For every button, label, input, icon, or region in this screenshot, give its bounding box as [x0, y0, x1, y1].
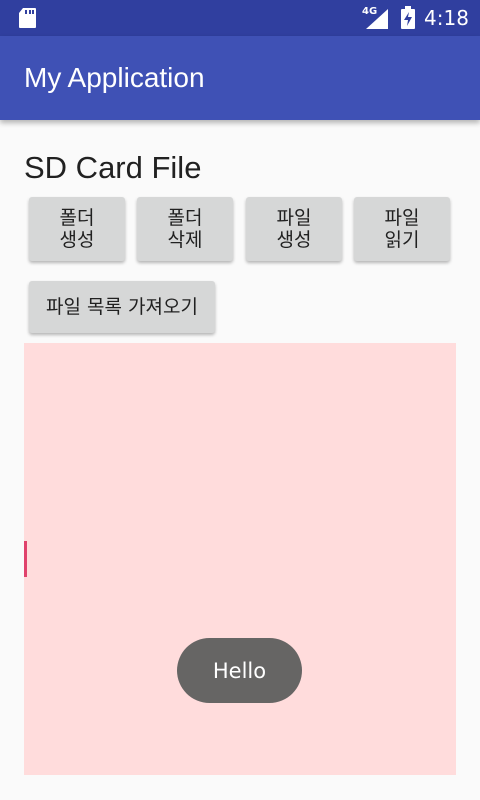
- create-file-label: 파일 생성: [276, 207, 312, 251]
- create-folder-button[interactable]: 폴더 생성: [29, 197, 125, 261]
- read-file-button[interactable]: 파일 읽기: [354, 197, 450, 261]
- signal-icon: [366, 9, 388, 29]
- toast-message: Hello: [177, 638, 302, 703]
- create-folder-label: 폴더 생성: [59, 207, 95, 251]
- app-bar: My Application: [0, 36, 480, 120]
- scroll-indicator[interactable]: [24, 541, 27, 577]
- toast-text: Hello: [212, 658, 267, 683]
- get-file-list-label: 파일 목록 가져오기: [46, 296, 198, 318]
- sd-card-icon: [19, 8, 36, 28]
- get-file-list-button[interactable]: 파일 목록 가져오기: [29, 281, 215, 333]
- file-list-area[interactable]: [24, 343, 456, 775]
- read-file-label: 파일 읽기: [384, 207, 420, 251]
- status-bar: 4G 4:18: [0, 0, 480, 36]
- battery-charging-icon: [401, 6, 415, 29]
- delete-folder-button[interactable]: 폴더 삭제: [137, 197, 233, 261]
- page-heading: SD Card File: [24, 150, 202, 185]
- app-title: My Application: [24, 62, 205, 93]
- create-file-button[interactable]: 파일 생성: [246, 197, 342, 261]
- delete-folder-label: 폴더 삭제: [167, 207, 203, 251]
- status-clock: 4:18: [424, 6, 469, 30]
